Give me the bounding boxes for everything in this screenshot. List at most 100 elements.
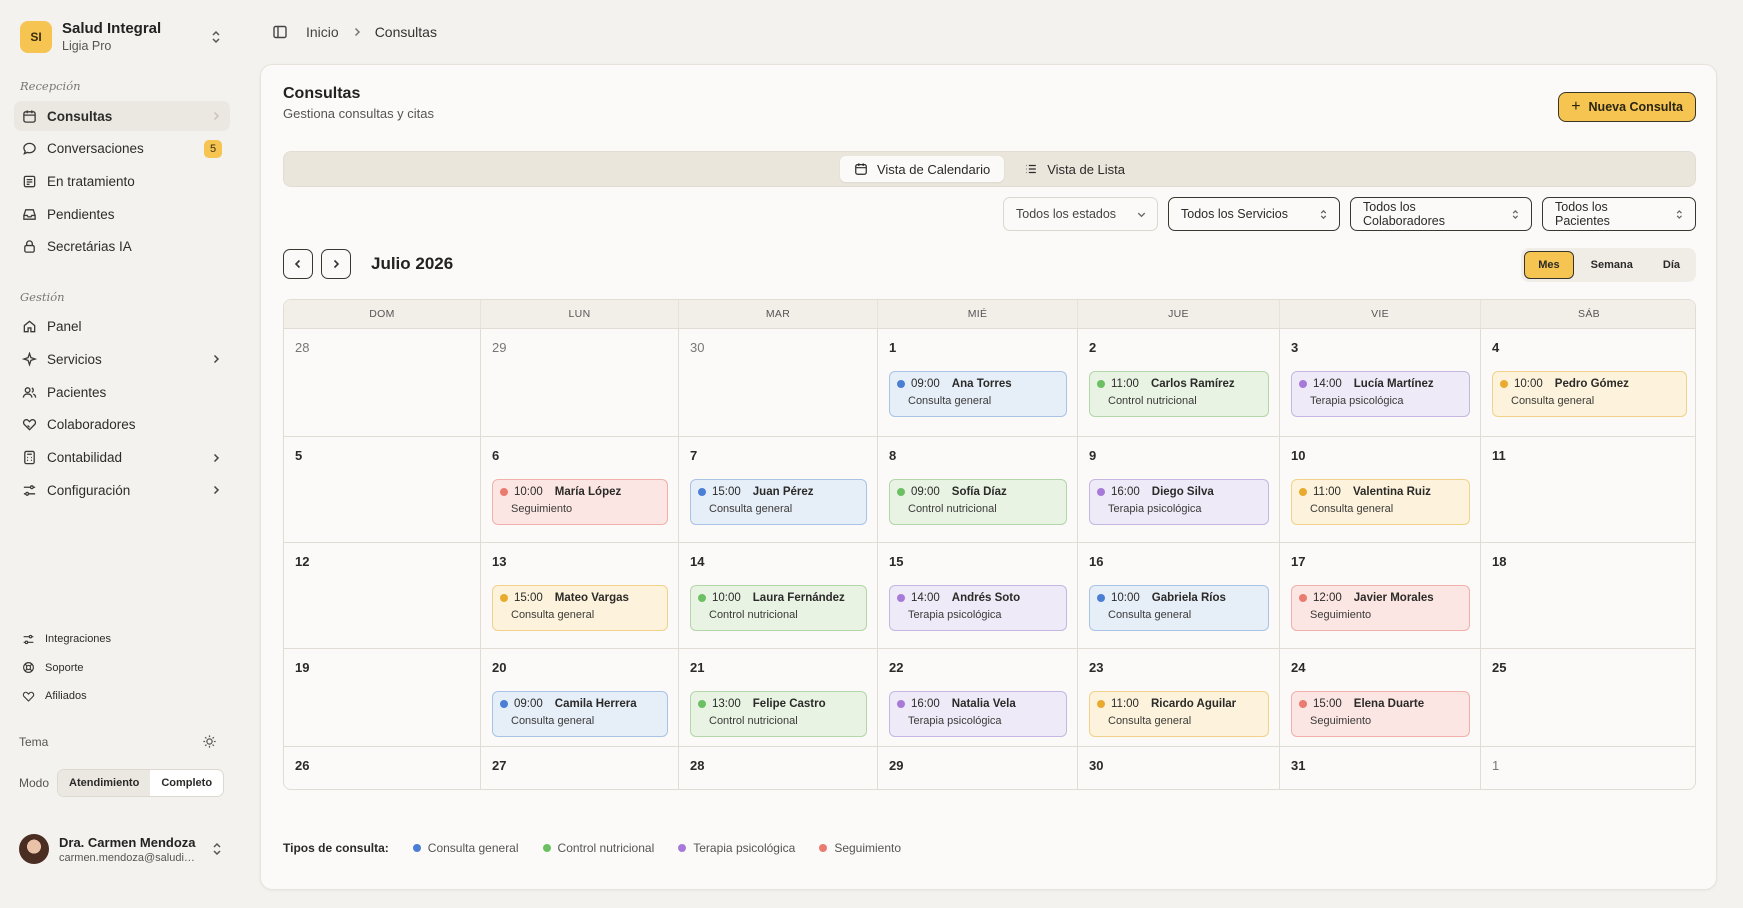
sidebar-item-label: Servicios <box>47 351 102 367</box>
tab-list-view[interactable]: Vista de Lista <box>1010 156 1139 182</box>
appointment-card[interactable]: 14:00 Lucía Martínez Terapia psicológica <box>1291 371 1470 417</box>
calendar-day-cell[interactable]: 22 16:00 Natalia Vela Terapia psicológica <box>878 649 1078 747</box>
appointment-card[interactable]: 15:00 Mateo Vargas Consulta general <box>492 585 668 631</box>
chevrons-up-down-icon <box>1320 209 1327 219</box>
calendar-day-cell[interactable]: 3 14:00 Lucía Martínez Terapia psicológica <box>1280 329 1481 437</box>
appointment-card[interactable]: 10:00 María López Seguimiento <box>492 479 668 525</box>
calendar-day-cell[interactable]: 16 10:00 Gabriela Ríos Consulta general <box>1078 543 1280 649</box>
calendar-day-cell[interactable]: 26 <box>284 747 481 789</box>
calendar-day-cell[interactable]: 28 <box>284 329 481 437</box>
calendar-day-cell[interactable]: 21 13:00 Felipe Castro Control nutricional <box>679 649 878 747</box>
appointment-card[interactable]: 11:00 Carlos Ramírez Control nutricional <box>1089 371 1269 417</box>
calendar-day-cell[interactable]: 2 11:00 Carlos Ramírez Control nutricional <box>1078 329 1280 437</box>
tab-calendar-view[interactable]: Vista de Calendario <box>839 156 1005 182</box>
calendar-day-cell[interactable]: 10 11:00 Valentina Ruiz Consulta general <box>1280 437 1481 543</box>
calendar-day-cell[interactable]: 4 10:00 Pedro Gómez Consulta general <box>1481 329 1695 437</box>
calendar-day-cell[interactable]: 9 16:00 Diego Silva Terapia psicológica <box>1078 437 1280 543</box>
appointment-card[interactable]: 10:00 Gabriela Ríos Consulta general <box>1089 585 1269 631</box>
sidebar-item-secretarias-ia[interactable]: Secretárias IA <box>14 232 230 262</box>
breadcrumb-home[interactable]: Inicio <box>306 24 339 40</box>
calendar-day-cell[interactable]: 20 09:00 Camila Herrera Consulta general <box>481 649 679 747</box>
calendar-day-cell[interactable]: 31 11:00Santiago MejíaSeguimiento <box>1280 747 1481 790</box>
weekday-label: JUE <box>1078 300 1280 328</box>
prev-month-button[interactable] <box>283 249 313 279</box>
sidebar-item-consultas[interactable]: Consultas <box>14 101 230 131</box>
sidebar-item-configuracion[interactable]: Configuración <box>14 475 230 505</box>
patients-filter[interactable]: Todos los Pacientes <box>1542 197 1696 231</box>
calendar-day-cell[interactable]: 1 <box>1481 747 1695 789</box>
range-week[interactable]: Semana <box>1578 251 1646 279</box>
calendar-day-cell[interactable]: 17 12:00 Javier Morales Seguimiento <box>1280 543 1481 649</box>
mode-option-atendimiento[interactable]: Atendimiento <box>58 770 151 796</box>
calendar-day-cell[interactable]: 12 <box>284 543 481 649</box>
appointment-card[interactable]: 15:00 Juan Pérez Consulta general <box>690 479 867 525</box>
appointment-card[interactable]: 14:00 Andrés Soto Terapia psicológica <box>889 585 1067 631</box>
range-day[interactable]: Día <box>1650 251 1693 279</box>
calendar-day-cell[interactable]: 27 09:30Ignacio MedinaControl nutricional <box>481 747 679 790</box>
appointment-card[interactable]: 09:00 Sofía Díaz Control nutricional <box>889 479 1067 525</box>
calendar-day-cell[interactable]: 18 <box>1481 543 1695 649</box>
sidebar-item-label: Pendientes <box>47 206 115 222</box>
sidebar-item-pacientes[interactable]: Pacientes <box>14 377 230 407</box>
sidebar-item-panel[interactable]: Panel <box>14 312 230 342</box>
sidebar-item-contabilidad[interactable]: Contabilidad <box>14 443 230 473</box>
collaborators-filter[interactable]: Todos los Colaboradores <box>1350 197 1532 231</box>
appointment-card[interactable]: 12:00 Javier Morales Seguimiento <box>1291 585 1470 631</box>
next-month-button[interactable] <box>321 249 351 279</box>
calendar-day-cell[interactable]: 6 10:00 María López Seguimiento <box>481 437 679 543</box>
appointment-card[interactable]: 09:00 Camila Herrera Consulta general <box>492 691 668 737</box>
appointment-card[interactable]: 15:00 Elena Duarte Seguimiento <box>1291 691 1470 737</box>
sidebar-item-soporte[interactable]: Soporte <box>14 655 230 681</box>
sidebar-item-afiliados[interactable]: Afiliados <box>14 683 230 709</box>
sidebar-item-colaboradores[interactable]: Colaboradores <box>14 410 230 440</box>
appointment-patient: Natalia Vela <box>951 698 1016 710</box>
calendar-day-cell[interactable]: 24 15:00 Elena Duarte Seguimiento <box>1280 649 1481 747</box>
calendar-day-cell[interactable]: 11 <box>1481 437 1695 543</box>
calendar-day-cell[interactable]: 7 15:00 Juan Pérez Consulta general <box>679 437 878 543</box>
calendar-day-cell[interactable]: 30 16:00Victoria LeónConsulta general <box>1078 747 1280 790</box>
appointment-card[interactable]: 13:00 Felipe Castro Control nutricional <box>690 691 867 737</box>
user-menu[interactable]: Dra. Carmen Mendoza carmen.mendoza@salud… <box>19 834 225 864</box>
appointment-card[interactable]: 10:00 Laura Fernández Control nutricional <box>690 585 867 631</box>
calendar-day-cell[interactable]: 30 <box>679 329 878 437</box>
calendar-day-cell[interactable]: 19 <box>284 649 481 747</box>
calendar-day-cell[interactable]: 25 <box>1481 649 1695 747</box>
appointment-card[interactable]: 10:00Bruno CostaTerapia psicológica <box>889 789 1067 790</box>
sidebar-item-servicios[interactable]: Servicios <box>14 344 230 374</box>
sidebar-item-integraciones[interactable]: Integraciones <box>14 626 230 652</box>
appointment-card[interactable]: 09:00 Ana Torres Consulta general <box>889 371 1067 417</box>
services-filter[interactable]: Todos los Servicios <box>1168 197 1340 231</box>
calendar-day-cell[interactable]: 5 <box>284 437 481 543</box>
appointment-card[interactable]: 09:30Ignacio MedinaControl nutricional <box>492 789 668 790</box>
calendar-day-cell[interactable]: 14 10:00 Laura Fernández Control nutriciona… <box>679 543 878 649</box>
calendar-day-cell[interactable]: 29 10:00Bruno CostaTerapia psicológica <box>878 747 1078 790</box>
appointment-card[interactable]: 10:00 Pedro Gómez Consulta general <box>1492 371 1687 417</box>
sidebar-item-pendientes[interactable]: Pendientes <box>14 199 230 229</box>
org-switcher[interactable]: SI Salud Integral Ligia Pro <box>14 18 230 53</box>
appointment-card[interactable]: 11:00Santiago MejíaSeguimiento <box>1291 789 1470 790</box>
calendar-day-cell[interactable]: 8 09:00 Sofía Díaz Control nutricional <box>878 437 1078 543</box>
calendar-day-cell[interactable]: 15 14:00 Andrés Soto Terapia psicológica <box>878 543 1078 649</box>
sun-icon[interactable] <box>202 734 217 749</box>
appointment-card[interactable]: 16:00Victoria LeónConsulta general <box>1089 789 1269 790</box>
appointment-card[interactable]: 11:00 Valentina Ruiz Consulta general <box>1291 479 1470 525</box>
range-month[interactable]: Mes <box>1524 251 1574 279</box>
calendar-day-cell[interactable]: 13 15:00 Mateo Vargas Consulta general <box>481 543 679 649</box>
appointment-card[interactable]: 11:00 Ricardo Aguilar Consulta general <box>1089 691 1269 737</box>
sidebar-item-en-tratamiento[interactable]: En tratamiento <box>14 166 230 196</box>
calendar-day-cell[interactable]: 23 11:00 Ricardo Aguilar Consulta general <box>1078 649 1280 747</box>
mode-option-completo[interactable]: Completo <box>150 770 223 796</box>
status-filter[interactable]: Todos los estados <box>1003 197 1158 231</box>
appointment-header: 10:00 Gabriela Ríos <box>1097 592 1258 604</box>
appointment-card[interactable]: 16:00 Diego Silva Terapia psicológica <box>1089 479 1269 525</box>
calendar-day-cell[interactable]: 28 14:00Paola JiménezConsulta general <box>679 747 878 790</box>
topbar: Inicio Consultas <box>246 0 1743 64</box>
appointment-card[interactable]: 14:00Paola JiménezConsulta general <box>690 789 867 790</box>
calendar-day-cell[interactable]: 29 <box>481 329 679 437</box>
appointment-card[interactable]: 16:00 Natalia Vela Terapia psicológica <box>889 691 1067 737</box>
sidebar-item-conversaciones[interactable]: Conversaciones 5 <box>14 134 230 164</box>
new-consultation-button[interactable]: + Nueva Consulta <box>1558 92 1696 122</box>
appointment-header: 16:00 Diego Silva <box>1097 486 1258 498</box>
sidebar-toggle-icon[interactable] <box>272 24 288 40</box>
calendar-day-cell[interactable]: 1 09:00 Ana Torres Consulta general <box>878 329 1078 437</box>
